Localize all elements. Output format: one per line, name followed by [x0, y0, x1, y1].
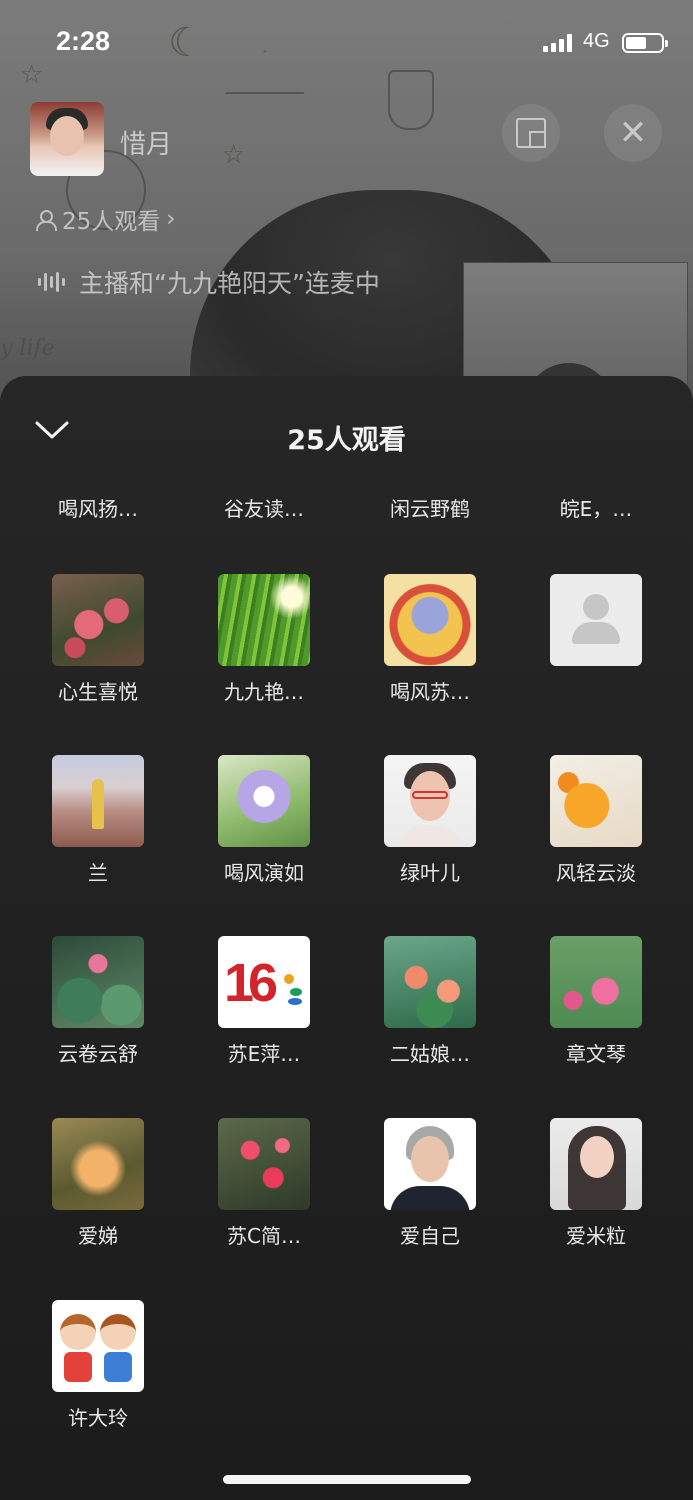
viewer-name: 风轻云淡	[556, 861, 636, 885]
viewer-name: 闲云野鹤	[390, 497, 470, 521]
sheet-title: 25人观看	[287, 425, 406, 456]
viewer-avatar	[52, 936, 144, 1028]
chevron-right-icon: ›	[166, 206, 176, 232]
viewer-item[interactable]: 皖E，…	[513, 493, 679, 522]
viewer-item[interactable]: 16 苏E萍…	[181, 936, 347, 1067]
viewer-name: 喝风扬…	[58, 497, 138, 521]
home-indicator[interactable]	[223, 1475, 471, 1484]
viewer-item[interactable]: 绿叶儿	[347, 755, 513, 886]
viewer-name: 爱自己	[400, 1224, 460, 1248]
viewer-name: 谷友读…	[224, 497, 304, 521]
viewer-item[interactable]: 兰	[15, 755, 181, 886]
viewer-item[interactable]: 风轻云淡	[513, 755, 679, 886]
network-type: 4G	[583, 30, 610, 52]
viewer-name: 皖E，…	[559, 497, 633, 521]
viewer-item[interactable]: 九九艳…	[181, 574, 347, 705]
sound-wave-icon	[38, 271, 65, 293]
person-icon	[34, 208, 57, 231]
viewer-avatar	[218, 574, 310, 666]
viewer-item[interactable]	[513, 574, 679, 676]
viewer-name: 九九艳…	[224, 680, 304, 704]
viewer-avatar	[550, 1118, 642, 1210]
viewer-name: 二姑娘…	[390, 1042, 470, 1066]
host-name[interactable]: 惜月	[120, 124, 172, 161]
viewer-name: 章文琴	[566, 1042, 626, 1066]
viewer-avatar	[218, 755, 310, 847]
host-avatar-face	[50, 116, 84, 156]
viewer-avatar	[550, 755, 642, 847]
viewer-item[interactable]: 喝风苏…	[347, 574, 513, 705]
viewer-avatar	[384, 755, 476, 847]
viewer-count-text: 25人观看	[62, 209, 161, 235]
close-button[interactable]: ✕	[604, 104, 662, 162]
viewer-item[interactable]: 心生喜悦	[15, 574, 181, 705]
viewer-avatar	[384, 1118, 476, 1210]
close-icon: ✕	[618, 113, 648, 153]
viewer-item[interactable]: 爱米粒	[513, 1118, 679, 1249]
status-time: 2:28	[56, 26, 111, 56]
viewer-name: 绿叶儿	[400, 861, 460, 885]
viewers-sheet: 25人观看 喝风扬… 谷友读… 闲云野鹤 皖E，… 心生喜悦 九九艳… 喝风苏……	[0, 376, 693, 1500]
viewer-name: 喝风苏…	[390, 680, 470, 704]
viewer-item[interactable]: 谷友读…	[181, 493, 347, 522]
viewer-avatar	[52, 1118, 144, 1210]
viewer-name: 许大玲	[68, 1406, 128, 1430]
viewer-name: 云卷云舒	[58, 1042, 138, 1066]
viewer-avatar	[218, 1118, 310, 1210]
viewer-name: 爱娣	[78, 1224, 118, 1248]
viewer-count-link[interactable]: 25人观看 ›	[34, 202, 175, 236]
minimize-window-button[interactable]	[502, 104, 560, 162]
viewer-avatar	[384, 574, 476, 666]
mic-connect-text: 主播和“九九艳阳天”连麦中	[79, 269, 380, 298]
viewer-item[interactable]: 章文琴	[513, 936, 679, 1067]
signal-icon	[543, 34, 572, 52]
viewer-item[interactable]: 云卷云舒	[15, 936, 181, 1067]
viewer-item[interactable]: 二姑娘…	[347, 936, 513, 1067]
viewer-name: 爱米粒	[566, 1224, 626, 1248]
viewer-avatar: 16	[218, 936, 310, 1028]
status-bar: 2:28 4G	[0, 0, 693, 88]
default-avatar-icon	[550, 574, 642, 666]
viewer-item[interactable]: 许大玲	[15, 1300, 181, 1431]
viewer-name: 喝风演如	[224, 861, 304, 885]
battery-level	[626, 37, 646, 49]
host-avatar[interactable]	[30, 102, 104, 176]
viewer-item[interactable]: 苏C简…	[181, 1118, 347, 1249]
sheet-header: 25人观看	[0, 376, 693, 486]
viewer-item[interactable]: 爱自己	[347, 1118, 513, 1249]
viewer-item[interactable]: 爱娣	[15, 1118, 181, 1249]
viewer-item[interactable]: 喝风扬…	[15, 493, 181, 522]
viewer-avatar	[52, 574, 144, 666]
mic-connect-status: 主播和“九九艳阳天”连麦中	[38, 264, 380, 300]
viewer-avatar	[550, 936, 642, 1028]
viewer-avatar	[52, 755, 144, 847]
viewer-name: 苏C简…	[227, 1224, 301, 1248]
viewer-name: 苏E萍…	[227, 1042, 301, 1066]
battery-icon	[622, 33, 668, 53]
viewer-avatar	[384, 936, 476, 1028]
viewer-name: 兰	[88, 861, 108, 885]
viewer-item[interactable]: 喝风演如	[181, 755, 347, 886]
picture-in-picture-icon	[516, 118, 546, 148]
viewer-name: 心生喜悦	[58, 680, 138, 704]
viewer-avatar	[52, 1300, 144, 1392]
viewer-item[interactable]: 闲云野鹤	[347, 493, 513, 522]
